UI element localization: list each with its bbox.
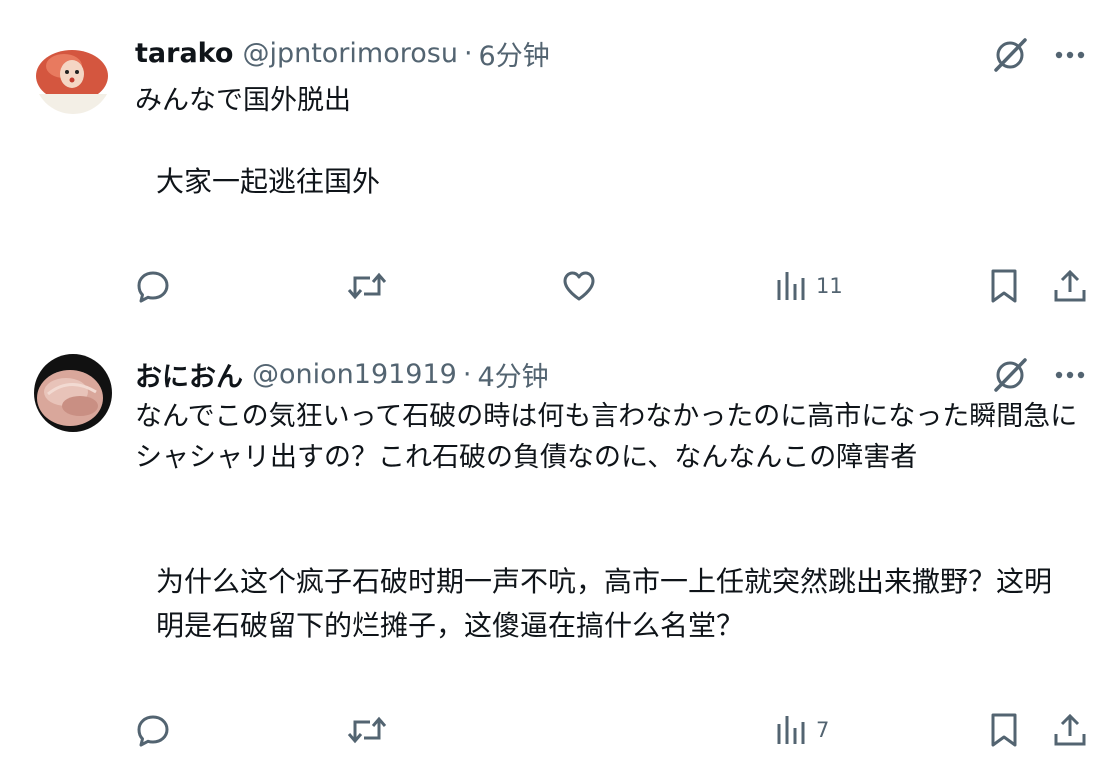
views-button[interactable]: 7 — [776, 708, 829, 752]
like-icon — [563, 271, 595, 301]
repost-icon — [347, 272, 387, 300]
views-icon — [777, 272, 805, 300]
user-handle[interactable]: @onion191919 — [252, 359, 457, 390]
views-count: 11 — [816, 274, 843, 298]
action-bar: 11 — [0, 264, 1113, 308]
translation-text: 大家一起逃往国外 — [156, 165, 381, 198]
like-button[interactable] — [561, 264, 597, 308]
more-icon[interactable] — [1055, 370, 1085, 380]
post-text: みんなで国外脱出 — [135, 85, 351, 116]
views-count: 7 — [816, 718, 830, 742]
share-icon — [1054, 269, 1086, 302]
tarako-avatar-icon — [34, 36, 112, 114]
post[interactable]: tarako @jpntorimorosu · 6分钟 みんなで国外脱出 大家一… — [0, 0, 1113, 330]
grok-icon[interactable] — [991, 36, 1029, 74]
user-handle[interactable]: @jpntorimorosu — [242, 38, 458, 69]
bookmark-button[interactable] — [988, 264, 1020, 308]
avatar[interactable] — [34, 36, 112, 114]
reply-button[interactable] — [135, 708, 171, 752]
views-button[interactable]: 11 — [776, 264, 843, 308]
grok-icon[interactable] — [991, 356, 1029, 394]
translation-text: 为什么这个疯子石破时期一声不吭，高市一上任就突然跳出来撒野？这明明是石破留下的烂… — [156, 565, 1053, 642]
timestamp[interactable]: 4分钟 — [477, 355, 548, 394]
reply-icon — [137, 271, 169, 303]
repost-button[interactable] — [346, 264, 388, 308]
bookmark-icon — [991, 713, 1017, 747]
header-actions — [991, 36, 1085, 74]
header-actions — [991, 356, 1085, 394]
share-button[interactable] — [1052, 264, 1088, 308]
separator-dot: · — [463, 37, 473, 69]
more-icon[interactable] — [1055, 50, 1085, 60]
repost-button[interactable] — [346, 708, 388, 752]
display-name[interactable]: tarako — [135, 38, 233, 69]
post-header: おにおん @onion191919 · 4分钟 — [135, 355, 549, 394]
separator-dot: · — [462, 358, 472, 390]
display-name[interactable]: おにおん — [135, 355, 243, 394]
post-text: なんでこの気狂いって石破の時は何も言わなかったのに高市になった瞬間急にシャシャリ… — [135, 401, 1078, 473]
share-button[interactable] — [1052, 708, 1088, 752]
share-icon — [1054, 713, 1086, 746]
avatar[interactable] — [34, 354, 112, 432]
bookmark-button[interactable] — [988, 708, 1020, 752]
post[interactable]: おにおん @onion191919 · 4分钟 なんでこの気狂いって石破の時は何… — [0, 330, 1113, 758]
bookmark-icon — [991, 269, 1017, 303]
repost-icon — [347, 716, 387, 744]
views-icon — [777, 716, 805, 744]
reply-icon — [137, 715, 169, 747]
reply-button[interactable] — [135, 264, 171, 308]
post-header: tarako @jpntorimorosu · 6分钟 — [135, 34, 550, 73]
timestamp[interactable]: 6分钟 — [479, 34, 550, 73]
onion-avatar-icon — [34, 354, 112, 432]
action-bar: 7 — [0, 708, 1113, 752]
